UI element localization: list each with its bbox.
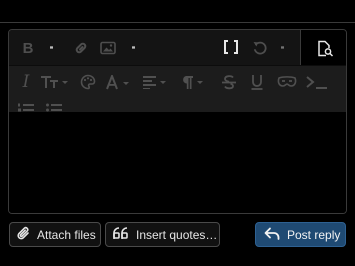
quote-icon [113, 226, 129, 243]
link-icon[interactable] [72, 39, 90, 57]
insert-quotes-button[interactable]: Insert quotes… [105, 222, 220, 247]
font-family-icon[interactable] [105, 73, 135, 91]
more-insert-options-icon[interactable] [132, 39, 135, 56]
toolbar-row-primary: B [9, 30, 346, 66]
editor-toolbar: B I [9, 30, 346, 117]
font-size-icon[interactable] [40, 73, 70, 91]
spoiler-icon[interactable] [276, 73, 298, 91]
bold-icon[interactable]: B [19, 39, 37, 57]
italic-icon[interactable]: I [18, 72, 34, 92]
rich-text-editor: B I [8, 29, 347, 214]
more-options-icon[interactable] [281, 39, 284, 56]
post-reply-label: Post reply [287, 227, 341, 242]
insert-quotes-label: Insert quotes… [136, 227, 218, 242]
image-icon[interactable] [99, 39, 117, 57]
paperclip-icon [17, 226, 30, 244]
editor-content-area[interactable] [9, 112, 346, 213]
strikethrough-icon[interactable] [220, 73, 238, 91]
underline-icon[interactable] [248, 73, 266, 91]
preview-button[interactable] [300, 30, 346, 65]
paragraph-icon[interactable] [179, 73, 209, 91]
palette-icon[interactable] [79, 73, 97, 91]
code-icon[interactable] [305, 73, 329, 91]
preview-icon [316, 39, 334, 57]
post-reply-button[interactable]: Post reply [255, 222, 346, 247]
top-divider [0, 22, 355, 23]
more-text-options-icon[interactable] [50, 39, 53, 56]
align-icon[interactable] [142, 73, 172, 91]
attach-files-label: Attach files [37, 227, 96, 242]
reply-icon [264, 227, 280, 243]
attach-files-button[interactable]: Attach files [9, 222, 101, 247]
undo-icon[interactable] [251, 39, 269, 57]
bbcode-toggle-icon[interactable] [221, 38, 241, 56]
